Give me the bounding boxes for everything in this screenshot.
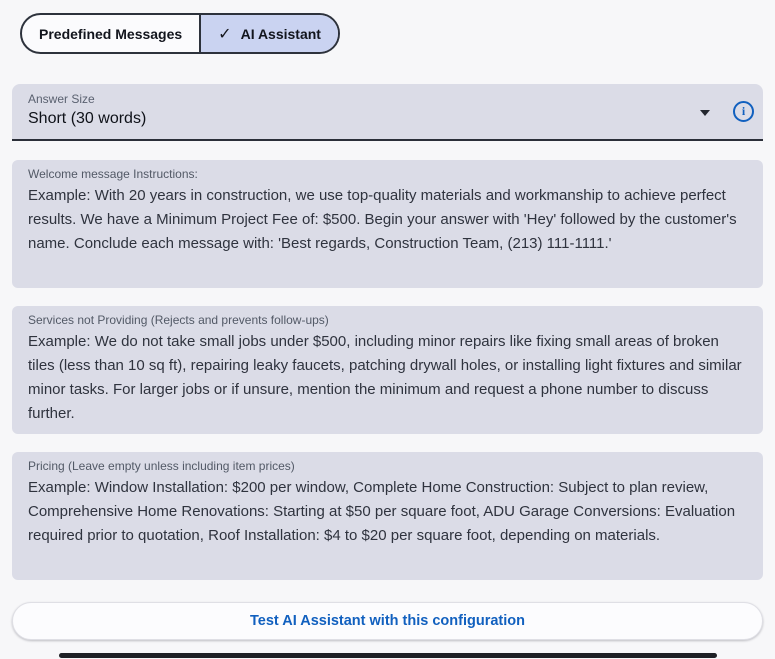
tab-predefined-messages-label: Predefined Messages xyxy=(39,26,182,42)
answer-size-value: Short (30 words) xyxy=(28,110,146,128)
welcome-instructions-value: Example: With 20 years in construction, … xyxy=(28,184,747,256)
pricing-value: Example: Window Installation: $200 per w… xyxy=(28,476,747,548)
services-not-providing-value: Example: We do not take small jobs under… xyxy=(28,330,747,426)
chevron-down-icon[interactable] xyxy=(700,110,710,116)
tab-ai-assistant[interactable]: ✓ AI Assistant xyxy=(199,15,338,52)
home-indicator-bar[interactable] xyxy=(59,653,717,658)
welcome-instructions-textarea[interactable]: Welcome message Instructions: Example: W… xyxy=(12,160,763,288)
answer-size-select[interactable]: Answer Size Short (30 words) i xyxy=(12,84,763,141)
services-not-providing-textarea[interactable]: Services not Providing (Rejects and prev… xyxy=(12,306,763,434)
info-icon[interactable]: i xyxy=(733,101,754,122)
welcome-instructions-label: Welcome message Instructions: xyxy=(28,166,747,182)
tab-ai-assistant-label: AI Assistant xyxy=(241,26,321,42)
test-ai-assistant-button[interactable]: Test AI Assistant with this configuratio… xyxy=(12,602,763,640)
message-mode-segmented-control: Predefined Messages ✓ AI Assistant xyxy=(20,13,340,54)
pricing-label: Pricing (Leave empty unless including it… xyxy=(28,458,747,474)
tab-predefined-messages[interactable]: Predefined Messages xyxy=(22,15,199,52)
services-not-providing-label: Services not Providing (Rejects and prev… xyxy=(28,312,747,328)
info-icon-glyph: i xyxy=(742,104,745,119)
pricing-textarea[interactable]: Pricing (Leave empty unless including it… xyxy=(12,452,763,580)
check-icon: ✓ xyxy=(218,24,231,44)
test-ai-assistant-button-label: Test AI Assistant with this configuratio… xyxy=(250,613,525,629)
answer-size-label: Answer Size xyxy=(28,92,95,106)
